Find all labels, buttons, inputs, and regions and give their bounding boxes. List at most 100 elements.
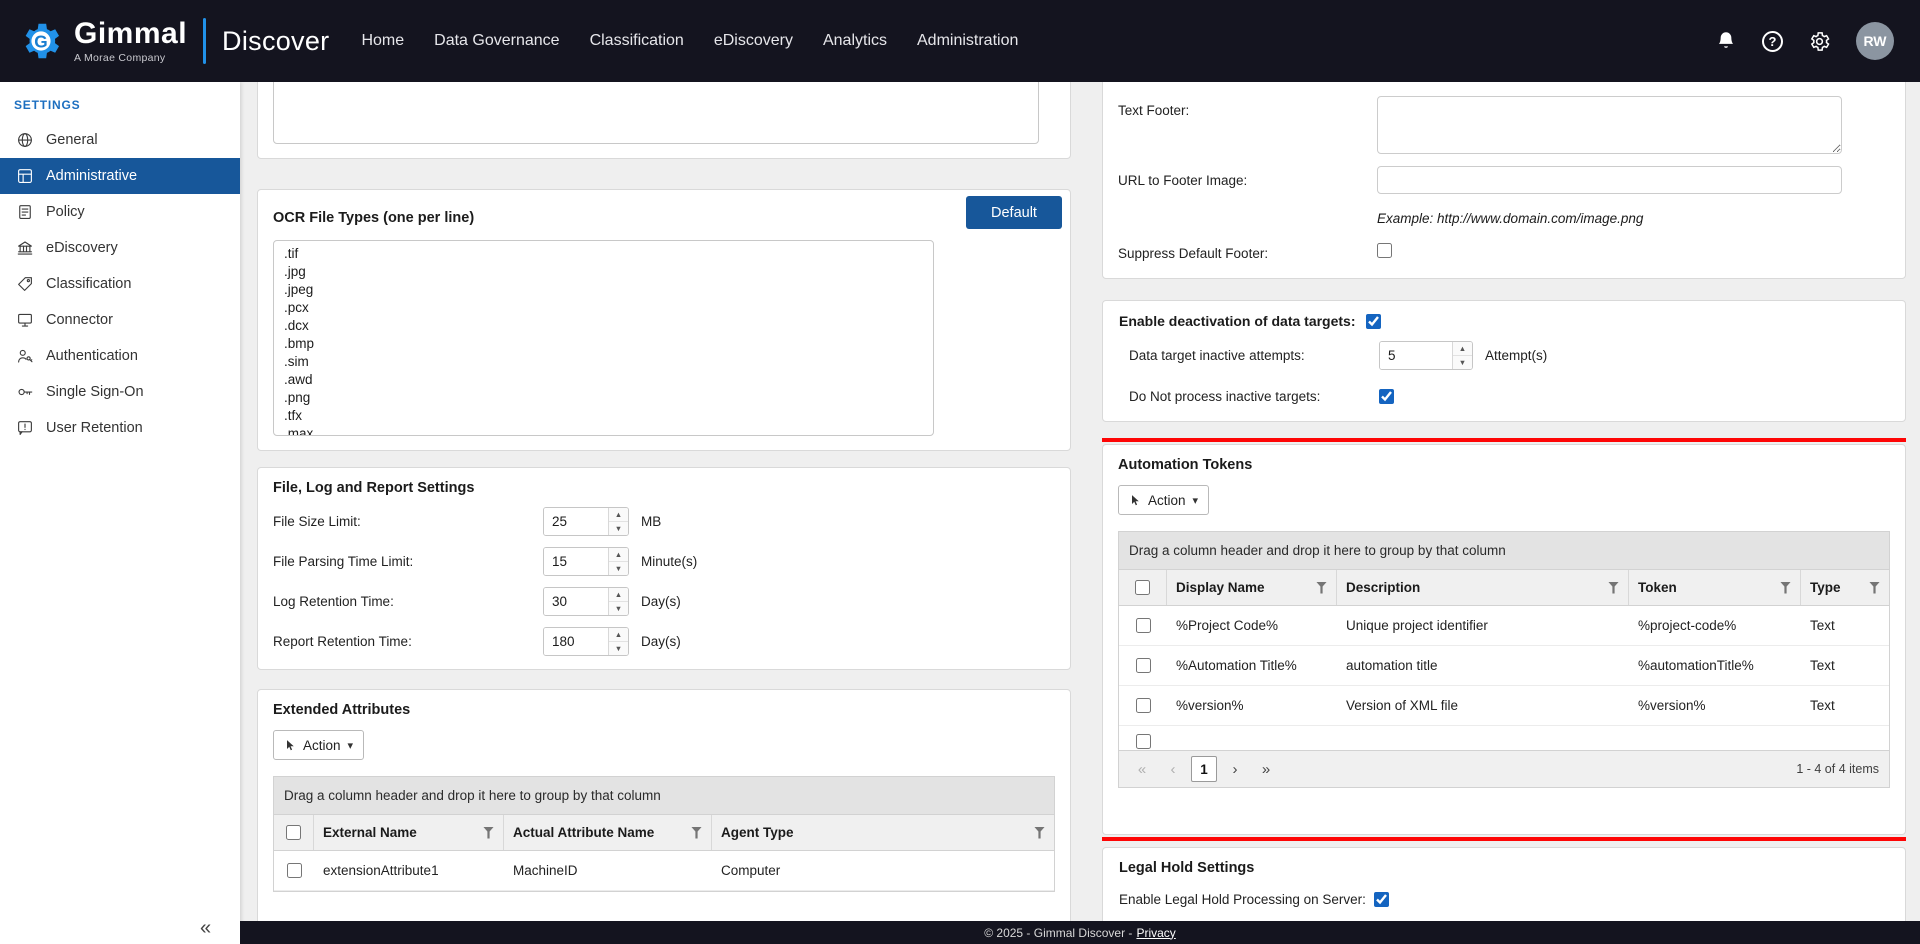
filter-funnel-icon[interactable] — [1316, 582, 1327, 594]
action-label: Action — [303, 738, 341, 753]
group-by-bar[interactable]: Drag a column header and drop it here to… — [1119, 532, 1889, 570]
sidebar-item-policy[interactable]: Policy — [0, 194, 240, 230]
column-header-external-name[interactable]: External Name — [314, 815, 504, 850]
log-retention-input[interactable]: ▲▼ — [543, 587, 629, 616]
url-footer-input[interactable] — [1377, 166, 1842, 194]
file-size-limit-input[interactable]: ▲▼ — [543, 507, 629, 536]
filter-funnel-icon[interactable] — [1780, 582, 1791, 594]
table-row[interactable]: %Project Code% Unique project identifier… — [1119, 606, 1889, 646]
column-header-description[interactable]: Description — [1337, 570, 1629, 605]
monitor-icon — [16, 311, 34, 329]
privacy-link[interactable]: Privacy — [1136, 926, 1175, 940]
panel-title: Legal Hold Settings — [1119, 860, 1889, 876]
row-checkbox[interactable] — [1136, 698, 1151, 713]
sidebar-item-authentication[interactable]: Authentication — [0, 338, 240, 374]
extended-attributes-panel: Extended Attributes Action ▾ Drag a colu… — [257, 689, 1071, 921]
no-process-inactive-checkbox[interactable] — [1379, 389, 1394, 404]
sidebar-item-user-retention[interactable]: User Retention — [0, 410, 240, 446]
column-header-type[interactable]: Type — [1801, 570, 1889, 605]
enable-deactivation-checkbox[interactable] — [1366, 314, 1381, 329]
spinner-down-icon[interactable]: ▼ — [609, 562, 628, 575]
table-row[interactable]: %version% Version of XML file %version% … — [1119, 686, 1889, 726]
row-checkbox[interactable] — [1136, 658, 1151, 673]
copyright-text: © 2025 - Gimmal Discover - — [984, 926, 1132, 940]
sidebar-item-ediscovery[interactable]: eDiscovery — [0, 230, 240, 266]
row-checkbox[interactable] — [1136, 618, 1151, 633]
row-checkbox[interactable] — [1136, 734, 1151, 749]
filter-funnel-icon[interactable] — [691, 827, 702, 839]
next-page-icon[interactable]: › — [1222, 756, 1248, 782]
top-navigation-bar: G Gimmal A Morae Company Discover Home D… — [0, 0, 1920, 82]
column-header-agent-type[interactable]: Agent Type — [712, 815, 1054, 850]
select-all-checkbox[interactable] — [1135, 580, 1150, 595]
spinner-up-icon[interactable]: ▲ — [609, 548, 628, 562]
nav-data-governance[interactable]: Data Governance — [434, 32, 559, 50]
column-header-actual-attribute-name[interactable]: Actual Attribute Name — [504, 815, 712, 850]
spinner-down-icon[interactable]: ▼ — [609, 642, 628, 655]
spinner-up-icon[interactable]: ▲ — [1453, 342, 1472, 356]
sidebar-item-single-sign-on[interactable]: Single Sign-On — [0, 374, 240, 410]
numeric-input[interactable] — [544, 628, 608, 655]
suppress-footer-checkbox[interactable] — [1377, 243, 1392, 258]
filter-funnel-icon[interactable] — [1869, 582, 1880, 594]
cell-external-name: extensionAttribute1 — [314, 863, 504, 878]
annotation-highlight-box: Automation Tokens Action ▾ Drag a column… — [1102, 438, 1906, 841]
sidebar-item-administrative[interactable]: Administrative — [0, 158, 240, 194]
nav-home[interactable]: Home — [361, 32, 404, 50]
gear-icon[interactable] — [1808, 30, 1831, 53]
cell-actual-attribute-name: MachineID — [504, 863, 712, 878]
numeric-input[interactable] — [1380, 342, 1452, 369]
page-1-button[interactable]: 1 — [1191, 756, 1217, 782]
numeric-input[interactable] — [544, 588, 608, 615]
filter-funnel-icon[interactable] — [1608, 582, 1619, 594]
nav-ediscovery[interactable]: eDiscovery — [714, 32, 793, 50]
bank-icon — [16, 239, 34, 257]
row-checkbox[interactable] — [287, 863, 302, 878]
last-page-icon[interactable]: » — [1253, 756, 1279, 782]
action-dropdown-button[interactable]: Action ▾ — [1118, 485, 1209, 515]
inactive-attempts-input[interactable]: ▲▼ — [1379, 341, 1473, 370]
group-by-bar[interactable]: Drag a column header and drop it here to… — [274, 777, 1054, 815]
spinner-up-icon[interactable]: ▲ — [609, 628, 628, 642]
column-header-token[interactable]: Token — [1629, 570, 1801, 605]
sidebar-item-connector[interactable]: Connector — [0, 302, 240, 338]
table-row-clipped[interactable] — [1119, 726, 1889, 750]
field-unit: MB — [641, 514, 661, 529]
spinner-down-icon[interactable]: ▼ — [609, 602, 628, 615]
spinner-down-icon[interactable]: ▼ — [1453, 356, 1472, 369]
sidebar-item-label: User Retention — [46, 420, 143, 436]
spinner-down-icon[interactable]: ▼ — [609, 522, 628, 535]
filter-funnel-icon[interactable] — [1034, 827, 1045, 839]
first-page-icon[interactable]: « — [1129, 756, 1155, 782]
sidebar-item-general[interactable]: General — [0, 122, 240, 158]
sidebar-item-classification[interactable]: Classification — [0, 266, 240, 302]
ocr-file-types-textarea[interactable]: .tif .jpg .jpeg .pcx .dcx .bmp .sim .awd… — [273, 240, 934, 436]
help-icon[interactable]: ? — [1762, 31, 1783, 52]
enable-legal-hold-checkbox[interactable] — [1374, 892, 1389, 907]
bell-icon[interactable] — [1715, 30, 1737, 52]
field-label: Data target inactive attempts: — [1129, 348, 1379, 363]
prev-page-icon[interactable]: ‹ — [1160, 756, 1186, 782]
select-all-checkbox[interactable] — [286, 825, 301, 840]
nav-classification[interactable]: Classification — [590, 32, 684, 50]
numeric-input[interactable] — [544, 548, 608, 575]
gimmal-logo[interactable]: G Gimmal A Morae Company — [18, 18, 187, 64]
clipped-textarea[interactable] — [273, 82, 1039, 144]
text-footer-textarea[interactable] — [1377, 96, 1842, 154]
numeric-input[interactable] — [544, 508, 608, 535]
table-row[interactable]: extensionAttribute1 MachineID Computer — [274, 851, 1054, 891]
file-parsing-time-input[interactable]: ▲▼ — [543, 547, 629, 576]
spinner-up-icon[interactable]: ▲ — [609, 508, 628, 522]
pointer-icon — [1129, 493, 1141, 507]
default-button[interactable]: Default — [966, 196, 1062, 229]
column-header-display-name[interactable]: Display Name — [1167, 570, 1337, 605]
sidebar-collapse-button[interactable]: « — [200, 917, 211, 940]
report-retention-input[interactable]: ▲▼ — [543, 627, 629, 656]
user-avatar[interactable]: RW — [1856, 22, 1894, 60]
action-dropdown-button[interactable]: Action ▾ — [273, 730, 364, 760]
table-row[interactable]: %Automation Title% automation title %aut… — [1119, 646, 1889, 686]
filter-funnel-icon[interactable] — [483, 827, 494, 839]
nav-administration[interactable]: Administration — [917, 32, 1018, 50]
nav-analytics[interactable]: Analytics — [823, 32, 887, 50]
spinner-up-icon[interactable]: ▲ — [609, 588, 628, 602]
